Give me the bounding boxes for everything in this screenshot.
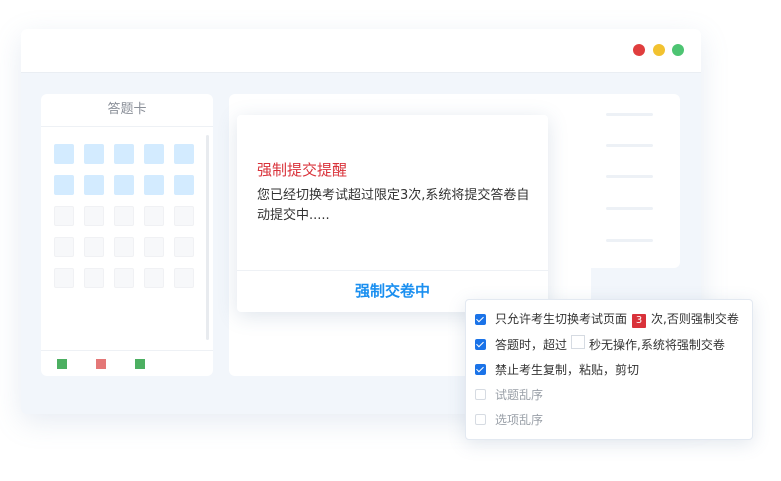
question-cell[interactable] [114,206,134,226]
checkbox-checked-icon[interactable] [475,313,486,325]
legend-answered-icon [57,359,67,369]
question-cell[interactable] [84,206,104,226]
option-label: 答题时，超过 秒无操作,系统将强制交卷 [495,335,725,353]
exam-setting-option[interactable]: 禁止考生复制，粘贴，剪切 [475,360,639,378]
checkbox-unchecked-icon[interactable] [475,413,486,425]
option-label: 选项乱序 [495,412,544,427]
placeholder-line [606,144,653,147]
question-cell[interactable] [144,144,164,164]
question-cell[interactable] [54,237,74,257]
exam-setting-option[interactable]: 答题时，超过 秒无操作,系统将强制交卷 [475,335,725,353]
exam-setting-option[interactable]: 只允许考生切换考试页面 3 次,否则强制交卷 [475,310,739,328]
switch-limit-value[interactable]: 3 [632,314,647,328]
question-cell[interactable] [144,206,164,226]
checkbox-unchecked-icon[interactable] [475,388,486,400]
answer-card-title: 答题卡 [41,94,213,127]
minimize-window-dot-icon[interactable] [653,44,665,56]
placeholder-line [606,113,653,116]
question-cell[interactable] [84,268,104,288]
exam-setting-option[interactable]: 选项乱序 [475,410,543,428]
question-cell[interactable] [144,237,164,257]
question-cell[interactable] [54,206,74,226]
placeholder-line [606,175,653,178]
question-cell[interactable] [174,175,194,195]
maximize-window-dot-icon[interactable] [672,44,684,56]
question-cell[interactable] [114,268,134,288]
window-titlebar [21,29,701,72]
placeholder-line [606,207,653,210]
answer-card-footer [41,350,213,351]
question-cell[interactable] [54,144,74,164]
question-cell[interactable] [174,268,194,288]
placeholder-line [606,239,653,242]
exam-setting-option[interactable]: 试题乱序 [475,385,543,403]
option-label: 试题乱序 [495,387,544,402]
question-cell[interactable] [174,237,194,257]
answer-card-scrollbar[interactable] [206,135,209,340]
question-cell[interactable] [174,206,194,226]
exam-settings-popover: 只允许考生切换考试页面 3 次,否则强制交卷 答题时，超过 秒无操作,系统将强制交卷 禁止… [465,299,753,440]
checkbox-checked-icon[interactable] [475,363,486,375]
question-cell[interactable] [114,237,134,257]
question-cell[interactable] [144,268,164,288]
force-submit-modal: 强制提交提醒 您已经切换考试超过限定3次,系统将提交答卷自动提交中..... 强… [237,115,548,312]
checkbox-checked-icon[interactable] [475,338,486,350]
question-cell[interactable] [84,144,104,164]
modal-title: 强制提交提醒 [257,161,348,179]
modal-message: 您已经切换考试超过限定3次,系统将提交答卷自动提交中..... [257,188,530,223]
idle-seconds-input[interactable] [571,335,586,349]
stage: 答题卡 强制提交提醒 您已经切换考试超过限定3次,系统将提交答卷自动提交中...… [0,0,781,481]
question-cell[interactable] [84,237,104,257]
answer-card-panel: 答题卡 [41,94,213,376]
legend-wrong-icon [96,359,106,369]
question-cell[interactable] [114,144,134,164]
question-cell[interactable] [114,175,134,195]
question-cell[interactable] [84,175,104,195]
question-cell[interactable] [54,268,74,288]
option-label: 只允许考生切换考试页面 3 次,否则强制交卷 [495,312,739,328]
close-window-dot-icon[interactable] [633,44,645,56]
legend-current-icon [135,359,145,369]
question-cell[interactable] [174,144,194,164]
option-label: 禁止考生复制，粘贴，剪切 [495,362,640,377]
question-cell[interactable] [54,175,74,195]
question-cell[interactable] [144,175,164,195]
side-info-panel [579,94,680,268]
